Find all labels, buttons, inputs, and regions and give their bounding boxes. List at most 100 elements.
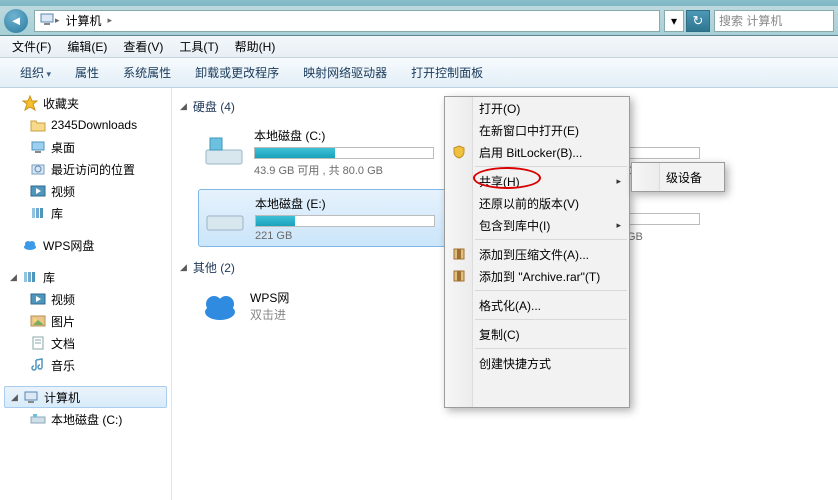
nav-label: 音乐 <box>51 357 75 374</box>
nav-label: 库 <box>43 269 55 286</box>
drive-icon <box>203 196 247 240</box>
usage-bar <box>254 147 434 159</box>
address-bar: ◄ ▸ 计算机 ▸ ▾ ↻ 搜索 计算机 <box>0 6 838 36</box>
nav-wps[interactable]: WPS网盘 <box>0 234 171 256</box>
ctx-bitlocker[interactable]: 启用 BitLocker(B)... <box>445 141 629 163</box>
nav-music[interactable]: 音乐 <box>0 354 171 376</box>
drive-name: 本地磁盘 (E:) <box>255 195 451 212</box>
nav-label: 计算机 <box>44 389 80 406</box>
nav-back-button[interactable]: ◄ <box>4 9 28 33</box>
nav-label: 收藏夹 <box>43 95 79 112</box>
menu-bar: 文件(F) 编辑(E) 查看(V) 工具(T) 帮助(H) <box>0 36 838 58</box>
nav-favorites[interactable]: 收藏夹 <box>0 92 171 114</box>
chevron-down-icon: ◢ <box>10 272 22 283</box>
nav-pictures[interactable]: 图片 <box>0 310 171 332</box>
nav-label: 最近访问的位置 <box>51 161 135 178</box>
archive-icon <box>451 246 467 262</box>
nav-libraries-fav[interactable]: 库 <box>0 202 171 224</box>
menu-tools[interactable]: 工具(T) <box>171 38 226 55</box>
nav-desktop[interactable]: 桌面 <box>0 136 171 158</box>
video-icon <box>30 183 46 199</box>
submenu-advanced[interactable]: 级设备 <box>660 169 702 186</box>
navigation-pane: 收藏夹 2345Downloads 桌面 最近访问的位置 视频 库 WPS网盘 <box>0 88 172 500</box>
nav-recent[interactable]: 最近访问的位置 <box>0 158 171 180</box>
ctx-open-new-window[interactable]: 在新窗口中打开(E) <box>445 119 629 141</box>
ctx-restore-versions[interactable]: 还原以前的版本(V) <box>445 192 629 214</box>
nav-local-c[interactable]: 本地磁盘 (C:) <box>0 408 171 430</box>
map-drive-button[interactable]: 映射网络驱动器 <box>291 64 399 81</box>
search-placeholder: 搜索 计算机 <box>719 12 782 29</box>
nav-label: WPS网盘 <box>43 237 94 254</box>
drive-icon <box>202 130 246 174</box>
drive-e[interactable]: 本地磁盘 (E:) 221 GB <box>198 189 456 247</box>
nav-libraries[interactable]: ◢ 库 <box>0 266 171 288</box>
document-icon <box>30 335 46 351</box>
library-icon <box>22 269 38 285</box>
nav-label: 图片 <box>51 313 75 330</box>
uninstall-button[interactable]: 卸载或更改程序 <box>183 64 291 81</box>
folder-icon <box>30 117 46 133</box>
nav-label: 文档 <box>51 335 75 352</box>
nav-label: 2345Downloads <box>51 118 137 132</box>
ctx-open[interactable]: 打开(O) <box>445 97 629 119</box>
system-properties-button[interactable]: 系统属性 <box>111 64 183 81</box>
section-label: 其他 (2) <box>193 259 235 276</box>
nav-label: 桌面 <box>51 139 75 156</box>
chevron-down-icon: ◢ <box>180 262 187 273</box>
nav-label: 库 <box>51 205 63 222</box>
nav-downloads[interactable]: 2345Downloads <box>0 114 171 136</box>
computer-icon <box>23 389 39 405</box>
nav-videos-fav[interactable]: 视频 <box>0 180 171 202</box>
drive-name: 本地磁盘 (C:) <box>254 127 452 144</box>
menu-edit[interactable]: 编辑(E) <box>59 38 115 55</box>
ctx-create-shortcut[interactable]: 创建快捷方式 <box>445 352 629 374</box>
chevron-right-icon: ▸ <box>616 176 621 187</box>
chevron-right-icon: ▸ <box>108 15 113 26</box>
wps-name: WPS网 <box>250 289 289 306</box>
shield-icon <box>451 144 467 160</box>
usage-bar <box>255 215 435 227</box>
desktop-icon <box>30 139 46 155</box>
ctx-add-archive[interactable]: 添加到压缩文件(A)... <box>445 243 629 265</box>
nav-videos[interactable]: 视频 <box>0 288 171 310</box>
address-dropdown-button[interactable]: ▾ <box>664 10 684 32</box>
ctx-add-rar[interactable]: 添加到 "Archive.rar"(T) <box>445 265 629 287</box>
ctx-format[interactable]: 格式化(A)... <box>445 294 629 316</box>
drive-stat: 43.9 GB 可用 , 共 80.0 GB <box>254 162 452 178</box>
nav-documents[interactable]: 文档 <box>0 332 171 354</box>
share-submenu: 级设备 <box>631 162 725 192</box>
main-content: ◢ 硬盘 (4) 本地磁盘 (C:) 43.9 GB 可用 , 共 80.0 G… <box>172 88 838 500</box>
recent-icon <box>30 161 46 177</box>
drive-c[interactable]: 本地磁盘 (C:) 43.9 GB 可用 , 共 80.0 GB <box>198 123 456 181</box>
menu-help[interactable]: 帮助(H) <box>227 38 284 55</box>
address-box[interactable]: ▸ 计算机 ▸ <box>34 10 660 32</box>
star-icon <box>22 95 38 111</box>
nav-computer[interactable]: ◢ 计算机 <box>4 386 167 408</box>
computer-icon <box>39 11 55 30</box>
chevron-down-icon: ◢ <box>11 392 23 403</box>
properties-button[interactable]: 属性 <box>63 64 111 81</box>
section-label: 硬盘 (4) <box>193 98 235 115</box>
nav-label: 视频 <box>51 183 75 200</box>
ctx-include-library[interactable]: 包含到库中(I)▸ <box>445 214 629 236</box>
cloud-icon <box>22 237 38 253</box>
music-icon <box>30 357 46 373</box>
wps-sub: 双击进 <box>250 306 289 323</box>
organize-button[interactable]: 组织 <box>8 64 63 81</box>
chevron-right-icon: ▸ <box>616 220 621 231</box>
drive-icon <box>30 411 46 427</box>
cloud-icon <box>198 284 242 328</box>
ctx-share[interactable]: 共享(H)▸ <box>445 170 629 192</box>
menu-file[interactable]: 文件(F) <box>4 38 59 55</box>
search-input[interactable]: 搜索 计算机 <box>714 10 834 32</box>
nav-label: 本地磁盘 (C:) <box>51 411 122 428</box>
control-panel-button[interactable]: 打开控制面板 <box>399 64 495 81</box>
breadcrumb-computer[interactable]: 计算机 <box>60 12 108 29</box>
refresh-button[interactable]: ↻ <box>686 10 710 32</box>
nav-label: 视频 <box>51 291 75 308</box>
picture-icon <box>30 313 46 329</box>
chevron-down-icon: ◢ <box>180 101 187 112</box>
menu-view[interactable]: 查看(V) <box>115 38 171 55</box>
ctx-copy[interactable]: 复制(C) <box>445 323 629 345</box>
library-icon <box>30 205 46 221</box>
